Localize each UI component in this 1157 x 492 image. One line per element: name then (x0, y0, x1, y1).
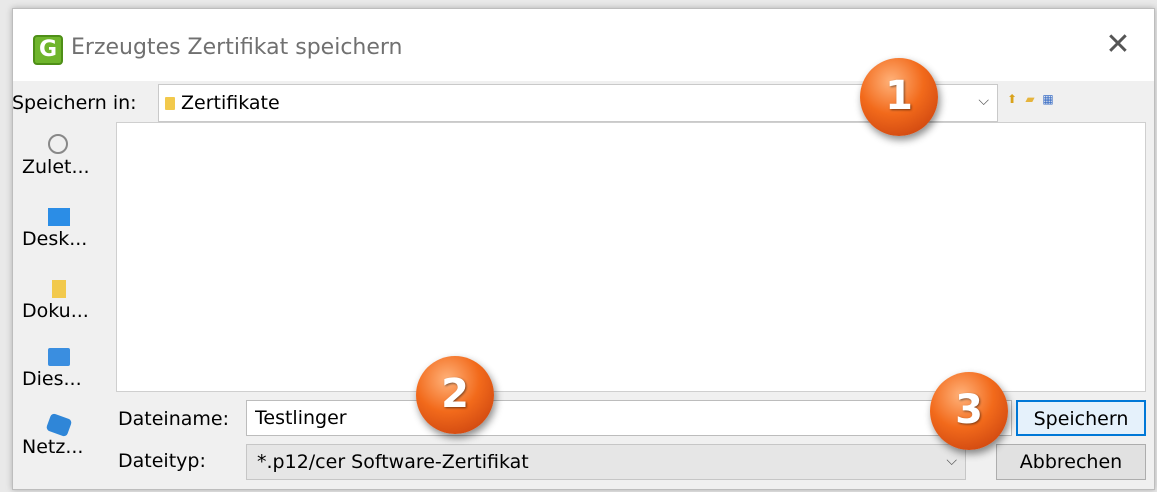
callout-marker-2: 2 (416, 356, 494, 434)
chevron-down-icon[interactable]: ⌵ (978, 93, 989, 109)
this-pc-icon (48, 348, 70, 366)
place-desktop[interactable]: Desk... (6, 208, 106, 250)
view-menu-icon[interactable]: ▦ (1041, 92, 1055, 106)
filetype-dropdown[interactable]: *.p12/cer Software-Zertifikat ⌵ (246, 444, 966, 480)
chevron-down-icon[interactable]: ⌵ (946, 453, 957, 469)
up-folder-icon[interactable]: ⬆ (1005, 92, 1019, 106)
app-logo-icon: G (33, 35, 63, 65)
place-label: Doku... (22, 300, 89, 322)
place-network[interactable]: Netz... (6, 412, 106, 458)
place-label: Dies... (22, 368, 82, 390)
window-title: Erzeugtes Zertifikat speichern (71, 35, 403, 60)
desktop-icon (48, 208, 70, 226)
filetype-label: Dateityp: (118, 450, 206, 472)
file-list[interactable] (116, 122, 1146, 392)
title-bar: G Erzeugtes Zertifikat speichern ✕ (13, 9, 1154, 81)
place-label: Desk... (22, 228, 88, 250)
place-label: Netz... (22, 436, 84, 458)
recent-icon (48, 134, 68, 154)
place-documents[interactable]: Doku... (6, 280, 106, 322)
folder-icon (165, 97, 175, 110)
new-folder-icon[interactable]: ▰ (1023, 92, 1037, 106)
callout-marker-3: 3 (930, 372, 1008, 450)
save-in-label: Speichern in: (12, 92, 137, 114)
place-this-pc[interactable]: Dies... (6, 348, 106, 390)
close-icon[interactable]: ✕ (1104, 30, 1132, 60)
place-recent[interactable]: Zulet... (6, 134, 106, 178)
toolbar: ⬆ ▰ ▦ (1005, 92, 1055, 106)
filename-label: Dateiname: (118, 408, 229, 430)
place-label: Zulet... (22, 156, 90, 178)
save-button[interactable]: Speichern (1016, 400, 1146, 436)
places-bar: Zulet... Desk... Doku... Dies... Netz... (6, 132, 106, 480)
filetype-value: *.p12/cer Software-Zertifikat (257, 451, 529, 473)
location-value: Zertifikate (181, 92, 280, 114)
cancel-button[interactable]: Abbrechen (996, 444, 1146, 480)
documents-icon (52, 280, 66, 298)
network-icon (45, 412, 73, 438)
callout-marker-1: 1 (860, 58, 938, 136)
filename-input[interactable] (246, 400, 1012, 436)
